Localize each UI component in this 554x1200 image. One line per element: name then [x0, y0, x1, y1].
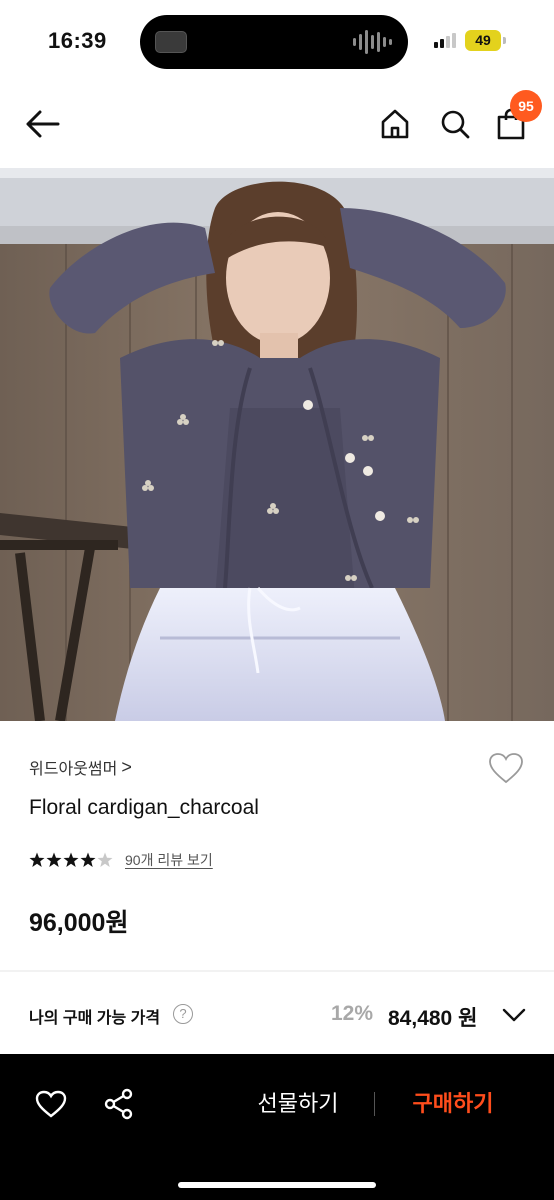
battery-level: 49	[465, 30, 501, 51]
chevron-down-icon	[502, 1008, 526, 1022]
search-button[interactable]	[435, 104, 475, 144]
product-photo	[0, 168, 554, 721]
heart-outline-icon	[489, 753, 523, 784]
audio-waveform-icon	[353, 29, 392, 55]
chevron-right-icon: >	[121, 757, 132, 777]
like-button[interactable]	[33, 1086, 69, 1122]
rating-row: 90개 리뷰 보기	[29, 850, 213, 870]
button-separator	[374, 1092, 375, 1116]
home-button[interactable]	[375, 104, 415, 144]
my-price-label: 나의 구매 가능 가격	[29, 1010, 161, 1027]
help-icon[interactable]: ?	[173, 1004, 193, 1024]
brand-name: 위드아웃썸머	[29, 761, 118, 778]
now-playing-thumbnail	[155, 31, 187, 53]
wishlist-button[interactable]	[486, 748, 526, 788]
status-time: 16:39	[48, 28, 107, 53]
product-image[interactable]	[0, 168, 554, 721]
dynamic-island	[140, 15, 408, 69]
status-bar: 16:39 49	[0, 0, 554, 84]
home-indicator[interactable]	[178, 1182, 376, 1188]
bottom-action-bar: 선물하기 구매하기	[0, 1054, 554, 1200]
buy-button[interactable]: 구매하기	[395, 1086, 511, 1122]
brand-link[interactable]: 위드아웃썸머 >	[29, 755, 132, 779]
discounted-price: 84,480 원	[388, 1007, 478, 1030]
discount-rate: 12%	[331, 1002, 374, 1025]
gift-button[interactable]: 선물하기	[240, 1086, 356, 1122]
app-header: 95	[0, 84, 554, 168]
review-link[interactable]: 90개 리뷰 보기	[125, 850, 213, 870]
home-icon	[381, 109, 409, 139]
rating-stars	[29, 852, 115, 868]
share-icon	[104, 1088, 133, 1120]
search-icon	[441, 110, 470, 139]
back-button[interactable]	[22, 104, 62, 144]
expand-price-button[interactable]	[500, 1002, 528, 1028]
heart-outline-icon	[35, 1090, 67, 1118]
battery-cap	[503, 37, 506, 44]
product-title: Floral cardigan_charcoal	[29, 796, 259, 819]
cart-count-badge: 95	[510, 90, 542, 122]
cellular-signal-icon	[434, 32, 456, 48]
share-button[interactable]	[101, 1086, 137, 1122]
arrow-left-icon	[26, 110, 60, 138]
my-purchasable-price-row[interactable]: 나의 구매 가능 가격 ? 12% 84,480 원	[0, 972, 554, 1054]
star-icon	[29, 852, 113, 867]
product-price: 96,000원	[29, 909, 129, 937]
